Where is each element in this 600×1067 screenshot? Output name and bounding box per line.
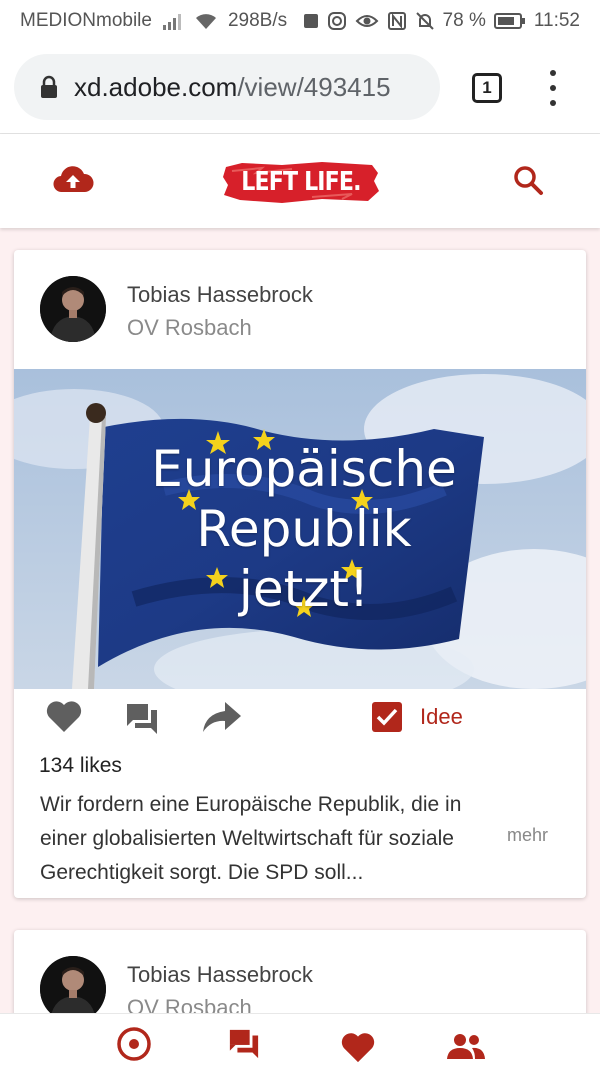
url-host: xd.adobe.com (74, 71, 238, 102)
location-icon[interactable] (116, 1026, 152, 1062)
image-caption-line: Europäische (151, 440, 457, 498)
image-caption-line: Republik (196, 500, 412, 558)
clock: 11:52 (533, 10, 580, 31)
post-image[interactable]: Europäische Republik jetzt! (14, 369, 586, 689)
bottom-navigation (0, 1013, 600, 1067)
post-author[interactable]: Tobias Hassebrock (127, 962, 313, 988)
browser-toolbar: xd.adobe.com/view/493415 1 (0, 42, 600, 134)
wifi-icon (195, 14, 216, 29)
forum-icon[interactable] (228, 1028, 260, 1060)
logo-text: LEFT LIFE. (241, 167, 361, 197)
network-speed: 298B/s (227, 10, 288, 31)
lock-icon (41, 75, 57, 98)
stop-icon (303, 14, 318, 28)
idea-tag[interactable]: Idee (372, 702, 463, 732)
image-caption-line: jetzt! (238, 560, 370, 618)
app-logo[interactable]: LEFT LIFE. (222, 159, 380, 205)
carrier-name: MEDIONmobile (20, 10, 152, 31)
address-bar[interactable]: xd.adobe.com/view/493415 (14, 54, 440, 120)
post-group: OV Rosbach (127, 315, 252, 340)
signal-icon (162, 14, 181, 30)
url-path: /view/493415 (237, 71, 391, 102)
likes-count: 134 likes (39, 754, 122, 777)
image-caption: Europäische Republik jetzt! (94, 439, 514, 619)
post-description: Wir fordern eine Europäische Republik, d… (40, 793, 462, 884)
idea-tag-label: Idee (420, 704, 463, 729)
post-card: Tobias Hassebrock OV Rosbach (14, 250, 586, 898)
eye-icon (355, 15, 378, 27)
more-link[interactable]: mehr (507, 825, 548, 846)
bell-off-icon (415, 12, 434, 30)
post-actions: Idee (14, 698, 586, 742)
app-header: LEFT LIFE. (0, 134, 600, 228)
search-icon[interactable] (512, 164, 544, 196)
comment-icon[interactable] (125, 702, 159, 736)
nfc-icon (387, 12, 406, 30)
share-icon[interactable] (201, 700, 243, 734)
people-icon[interactable] (446, 1032, 486, 1060)
tab-switcher-button[interactable]: 1 (472, 73, 502, 103)
instagram-icon (327, 12, 346, 30)
post-author[interactable]: Tobias Hassebrock (127, 282, 313, 308)
cloud-upload-icon[interactable] (52, 164, 94, 194)
url-text[interactable]: xd.adobe.com/view/493415 (74, 72, 391, 103)
like-heart-icon[interactable] (44, 698, 84, 734)
battery-icon (493, 13, 525, 29)
battery-percent: 78 % (442, 10, 486, 31)
checkbox-checked-icon[interactable] (372, 702, 402, 732)
heart-icon[interactable] (339, 1030, 377, 1064)
status-bar: MEDIONmobile 298B/s 78 % 11:52 (0, 0, 600, 42)
browser-menu-button[interactable] (542, 70, 564, 106)
avatar[interactable] (40, 276, 106, 342)
